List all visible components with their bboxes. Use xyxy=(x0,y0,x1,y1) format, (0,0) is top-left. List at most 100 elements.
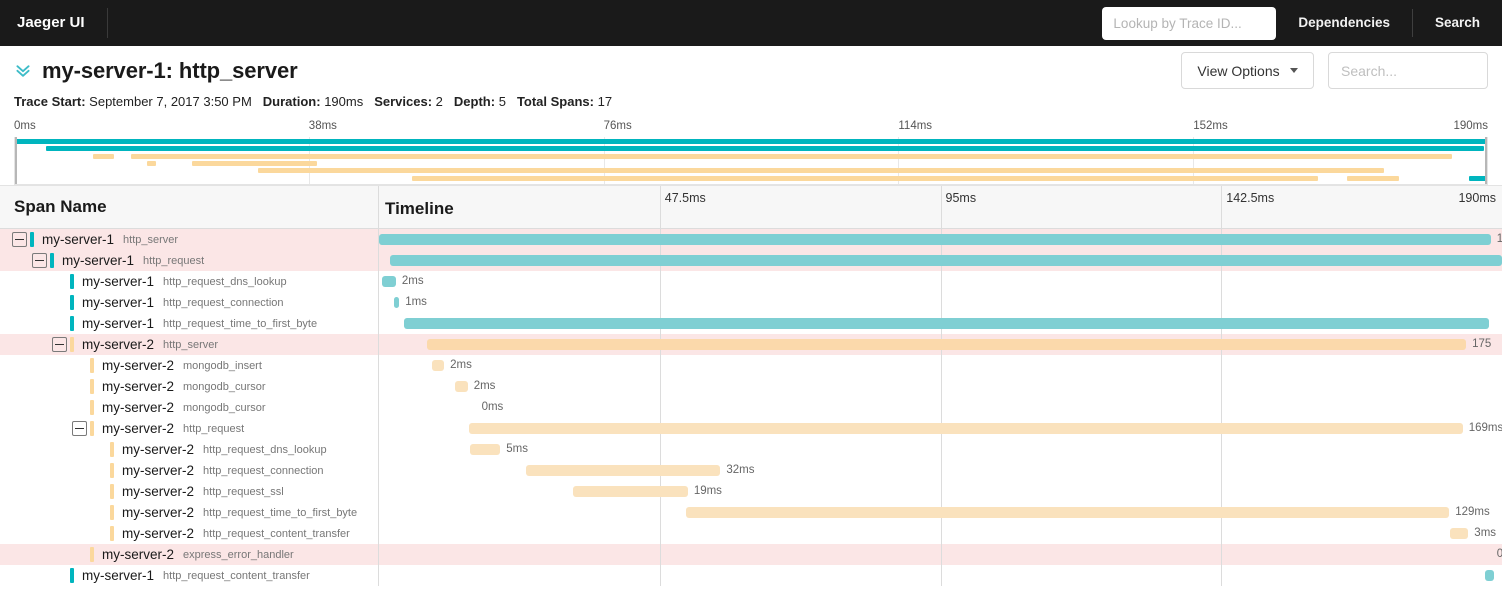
timeline-column-divider xyxy=(940,544,942,565)
span-name-cell[interactable]: my-server-2 http_request_connection xyxy=(0,460,379,481)
minimap-tick-label: 0ms xyxy=(14,120,36,132)
expander-spacer xyxy=(92,505,107,520)
span-duration-bar[interactable] xyxy=(526,465,721,476)
span-row[interactable]: my-server-2 http_server 175 xyxy=(0,334,1502,355)
span-duration-bar[interactable] xyxy=(390,255,1502,266)
span-row[interactable]: my-server-1 http_request_dns_lookup 2ms xyxy=(0,271,1502,292)
span-duration-bar[interactable] xyxy=(403,318,1489,329)
span-duration-bar[interactable] xyxy=(1485,570,1495,581)
collapse-toggle-icon[interactable] xyxy=(72,421,87,436)
span-timeline-cell[interactable]: 19ms xyxy=(379,481,1502,502)
span-timeline-cell[interactable]: 2ms xyxy=(379,355,1502,376)
span-name-cell[interactable]: my-server-1 http_request_dns_lookup xyxy=(0,271,379,292)
span-duration-bar[interactable] xyxy=(379,234,1491,245)
span-row[interactable]: my-server-2 http_request_time_to_first_by… xyxy=(0,502,1502,523)
minimap-drag-handle-right[interactable] xyxy=(1485,137,1487,184)
span-timeline-cell[interactable]: 5ms xyxy=(379,439,1502,460)
span-row[interactable]: my-server-2 http_request 169ms xyxy=(0,418,1502,439)
span-duration-bar[interactable] xyxy=(573,486,688,497)
timeline-column-divider xyxy=(940,292,942,313)
service-color-indicator xyxy=(50,253,54,268)
span-name-cell[interactable]: my-server-2 http_request_dns_lookup xyxy=(0,439,379,460)
span-name-cell[interactable]: my-server-2 http_request_ssl xyxy=(0,481,379,502)
service-color-indicator xyxy=(90,421,94,436)
span-name-cell[interactable]: my-server-2 http_request_content_transfer xyxy=(0,523,379,544)
span-timeline-cell[interactable] xyxy=(379,565,1502,586)
view-options-button[interactable]: View Options xyxy=(1181,52,1314,89)
span-row[interactable]: my-server-2 mongodb_insert 2ms xyxy=(0,355,1502,376)
span-name-cell[interactable]: my-server-1 http_server xyxy=(0,229,379,250)
page-title: my-server-1: http_server xyxy=(42,58,298,83)
minimap-drag-handle-left[interactable] xyxy=(15,137,17,184)
span-timeline-cell[interactable]: 2ms xyxy=(379,376,1502,397)
span-duration-label: 1 xyxy=(1496,233,1502,245)
nav-link-dependencies[interactable]: Dependencies xyxy=(1276,9,1412,37)
operation-name-label: http_request_content_transfer xyxy=(203,527,350,540)
span-timeline-cell[interactable] xyxy=(379,250,1502,271)
span-row[interactable]: my-server-2 http_request_ssl 19ms xyxy=(0,481,1502,502)
collapse-toggle-icon[interactable] xyxy=(12,232,27,247)
span-row[interactable]: my-server-2 mongodb_cursor 0ms xyxy=(0,397,1502,418)
span-row[interactable]: my-server-2 express_error_handler 0ms xyxy=(0,544,1502,565)
span-row[interactable]: my-server-1 http_server 1 xyxy=(0,229,1502,250)
span-row[interactable]: my-server-1 http_request_content_transfer xyxy=(0,565,1502,586)
span-name-cell[interactable]: my-server-1 http_request_content_transfer xyxy=(0,565,379,586)
span-timeline-cell[interactable]: 1 xyxy=(379,229,1502,250)
expander-spacer xyxy=(72,358,87,373)
span-row[interactable]: my-server-1 http_request_time_to_first_by… xyxy=(0,313,1502,334)
timeline-column-divider xyxy=(940,439,942,460)
trace-id-lookup-input[interactable] xyxy=(1102,6,1277,40)
expander-spacer xyxy=(72,379,87,394)
span-name-cell[interactable]: my-server-2 http_server xyxy=(0,334,379,355)
span-name-cell[interactable]: my-server-2 mongodb_cursor xyxy=(0,397,379,418)
span-row[interactable]: my-server-1 http_request_connection 1ms xyxy=(0,292,1502,313)
trace-metadata: Trace Start: September 7, 2017 3:50 PM Du… xyxy=(14,94,1488,109)
span-timeline-cell[interactable]: 129ms xyxy=(379,502,1502,523)
span-name-cell[interactable]: my-server-2 http_request xyxy=(0,418,379,439)
span-name-cell[interactable]: my-server-2 http_request_time_to_first_by… xyxy=(0,502,379,523)
span-name-cell[interactable]: my-server-2 mongodb_cursor xyxy=(0,376,379,397)
timeline-tick-label: 47.5ms xyxy=(664,191,706,205)
span-name-cell[interactable]: my-server-1 http_request xyxy=(0,250,379,271)
span-timeline-cell[interactable]: 0ms xyxy=(379,397,1502,418)
span-duration-bar[interactable] xyxy=(468,423,1463,434)
collapse-toggle-icon[interactable] xyxy=(52,337,67,352)
service-color-indicator xyxy=(70,295,74,310)
span-duration-bar[interactable] xyxy=(393,297,400,308)
nav-link-search[interactable]: Search xyxy=(1411,9,1502,37)
span-duration-bar[interactable] xyxy=(455,381,468,392)
span-timeline-cell[interactable]: 2ms xyxy=(379,271,1502,292)
span-rows-container: my-server-1 http_server 1 my-server-1 http_r… xyxy=(0,229,1502,586)
span-name-cell[interactable]: my-server-2 express_error_handler xyxy=(0,544,379,565)
span-row[interactable]: my-server-2 http_request_content_transfer… xyxy=(0,523,1502,544)
span-row[interactable]: my-server-2 http_request_dns_lookup 5ms xyxy=(0,439,1502,460)
collapse-toggle-icon[interactable] xyxy=(32,253,47,268)
span-duration-bar[interactable] xyxy=(382,276,396,287)
span-timeline-cell[interactable]: 175 xyxy=(379,334,1502,355)
span-name-cell[interactable]: my-server-1 http_request_connection xyxy=(0,292,379,313)
span-name-cell[interactable]: my-server-1 http_request_time_to_first_by… xyxy=(0,313,379,334)
span-timeline-cell[interactable]: 0ms xyxy=(379,544,1502,565)
chevron-double-down-icon[interactable] xyxy=(14,62,32,80)
trace-minimap[interactable]: 0ms 38ms 76ms 114ms 152ms 190ms xyxy=(0,120,1502,185)
span-duration-bar[interactable] xyxy=(431,360,445,371)
span-duration-bar[interactable] xyxy=(685,507,1450,518)
column-header-span-name: Span Name xyxy=(0,186,379,228)
span-timeline-cell[interactable]: 1ms xyxy=(379,292,1502,313)
service-name-label: my-server-2 xyxy=(122,526,195,541)
jaeger-brand-logo[interactable]: Jaeger UI xyxy=(0,8,108,38)
span-search-input[interactable] xyxy=(1328,52,1488,89)
span-duration-bar[interactable] xyxy=(427,339,1467,350)
expander-spacer xyxy=(92,484,107,499)
span-row[interactable]: my-server-2 http_request_connection 32ms xyxy=(0,460,1502,481)
minimap-canvas[interactable] xyxy=(14,137,1488,185)
span-timeline-cell[interactable] xyxy=(379,313,1502,334)
span-row[interactable]: my-server-2 mongodb_cursor 2ms xyxy=(0,376,1502,397)
span-row[interactable]: my-server-1 http_request xyxy=(0,250,1502,271)
span-duration-bar[interactable] xyxy=(469,444,501,455)
span-name-cell[interactable]: my-server-2 mongodb_insert xyxy=(0,355,379,376)
span-timeline-cell[interactable]: 3ms xyxy=(379,523,1502,544)
span-duration-bar[interactable] xyxy=(1450,528,1469,539)
span-timeline-cell[interactable]: 169ms xyxy=(379,418,1502,439)
span-timeline-cell[interactable]: 32ms xyxy=(379,460,1502,481)
